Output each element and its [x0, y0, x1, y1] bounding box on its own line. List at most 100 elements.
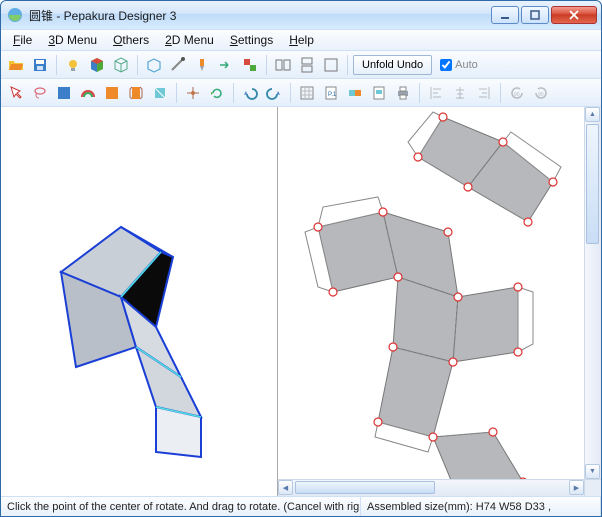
opencube-button[interactable]	[143, 54, 165, 76]
redo-icon	[266, 85, 282, 101]
layout-lr-button[interactable]	[272, 54, 294, 76]
page-icon: P.1	[323, 85, 339, 101]
scroll-right-button[interactable]: ▶	[569, 480, 584, 495]
flaps-button[interactable]	[125, 82, 147, 104]
viewport-3d[interactable]	[1, 107, 278, 496]
light-icon	[65, 57, 81, 73]
lasso-tool[interactable]	[29, 82, 51, 104]
layout-tb-icon	[299, 57, 315, 73]
separator	[419, 83, 420, 103]
rainbow-button[interactable]	[77, 82, 99, 104]
print-icon	[395, 85, 411, 101]
page-button[interactable]: P.1	[320, 82, 342, 104]
wireframe-button[interactable]	[110, 54, 132, 76]
pattern-2d	[278, 107, 598, 496]
window-controls	[491, 6, 597, 24]
undo-button[interactable]	[239, 82, 261, 104]
rainbow-icon	[80, 85, 96, 101]
scrollbar-vertical[interactable]: ▲ ▼	[584, 107, 601, 479]
redo-button[interactable]	[263, 82, 285, 104]
close-icon	[568, 10, 580, 20]
align-left-button[interactable]	[425, 82, 447, 104]
close-button[interactable]	[551, 6, 597, 24]
titlebar[interactable]: 圆锥 - Pepakura Designer 3	[1, 1, 601, 29]
color-swap-button[interactable]	[239, 54, 261, 76]
select-tool[interactable]	[5, 82, 27, 104]
align-center-icon	[452, 85, 468, 101]
grid-button[interactable]	[296, 82, 318, 104]
window-title: 圆锥 - Pepakura Designer 3	[29, 7, 491, 24]
fold-button[interactable]	[149, 82, 171, 104]
scroll-up-button[interactable]: ▲	[585, 107, 600, 122]
color-swap-icon	[242, 57, 258, 73]
align-center-button[interactable]	[449, 82, 471, 104]
fold-icon	[152, 85, 168, 101]
menu-3d[interactable]: 3D Menu	[42, 31, 103, 49]
rotate-button[interactable]	[206, 82, 228, 104]
rotate-right-icon: 90	[533, 85, 549, 101]
separator	[347, 55, 348, 75]
scroll-down-button[interactable]: ▼	[585, 464, 600, 479]
svg-text:90: 90	[538, 92, 544, 98]
scroll-thumb-h[interactable]	[295, 481, 435, 494]
align-left-icon	[428, 85, 444, 101]
scroll-thumb-v[interactable]	[586, 124, 599, 244]
rotate-left-button[interactable]: 90	[506, 82, 528, 104]
lasso-icon	[32, 85, 48, 101]
svg-text:90: 90	[514, 92, 520, 98]
color-icon	[104, 85, 120, 101]
separator	[137, 55, 138, 75]
auto-label: Auto	[455, 59, 478, 71]
rotate-left-icon: 90	[509, 85, 525, 101]
align-right-icon	[476, 85, 492, 101]
menu-file[interactable]: File	[7, 31, 38, 49]
workspace: ▲ ▼ ◀ ▶	[1, 107, 601, 496]
auto-checkbox-group: Auto	[440, 59, 478, 71]
texture-button[interactable]	[53, 82, 75, 104]
print-button[interactable]	[392, 82, 414, 104]
toolbar-primary: Unfold Undo Auto	[1, 51, 601, 79]
open-icon	[8, 57, 24, 73]
separator	[233, 83, 234, 103]
viewport-2d[interactable]: ▲ ▼ ◀ ▶	[278, 107, 601, 496]
edgeid-button[interactable]	[344, 82, 366, 104]
auto-checkbox[interactable]	[440, 59, 452, 71]
flaps-icon	[128, 85, 144, 101]
svg-text:P.1: P.1	[328, 92, 337, 98]
color-button[interactable]	[101, 82, 123, 104]
scrollbar-horizontal[interactable]: ◀ ▶	[278, 479, 584, 496]
knife-button[interactable]	[191, 54, 213, 76]
anchor-button[interactable]	[182, 82, 204, 104]
status-size: Assembled size(mm): H74 W58 D33 ,	[361, 497, 601, 516]
open-button[interactable]	[5, 54, 27, 76]
unfold-button[interactable]: Unfold Undo	[353, 55, 432, 75]
separator	[290, 83, 291, 103]
menu-help[interactable]: Help	[283, 31, 320, 49]
menu-settings[interactable]: Settings	[224, 31, 279, 49]
separator	[176, 83, 177, 103]
showpage-button[interactable]	[368, 82, 390, 104]
menu-2d[interactable]: 2D Menu	[159, 31, 220, 49]
layout-single-button[interactable]	[320, 54, 342, 76]
maximize-button[interactable]	[521, 6, 549, 24]
layout-tb-button[interactable]	[296, 54, 318, 76]
scroll-left-button[interactable]: ◀	[278, 480, 293, 495]
app-window: 圆锥 - Pepakura Designer 3 File 3D Menu Ot…	[0, 0, 602, 517]
align-right-button[interactable]	[473, 82, 495, 104]
grid-icon	[299, 85, 315, 101]
arrow-button[interactable]	[215, 54, 237, 76]
toolbar-secondary: P.1 90 90	[1, 79, 601, 107]
minimize-button[interactable]	[491, 6, 519, 24]
rotate-right-button[interactable]: 90	[530, 82, 552, 104]
layout-lr-icon	[275, 57, 291, 73]
knife-icon	[194, 57, 210, 73]
menu-others[interactable]: Others	[107, 31, 155, 49]
colorcube-icon	[89, 57, 105, 73]
select-icon	[8, 85, 24, 101]
save-button[interactable]	[29, 54, 51, 76]
status-hint: Click the point of the center of rotate.…	[1, 497, 361, 516]
light-button[interactable]	[62, 54, 84, 76]
edge-edit-button[interactable]	[167, 54, 189, 76]
separator	[266, 55, 267, 75]
colorcube-button[interactable]	[86, 54, 108, 76]
